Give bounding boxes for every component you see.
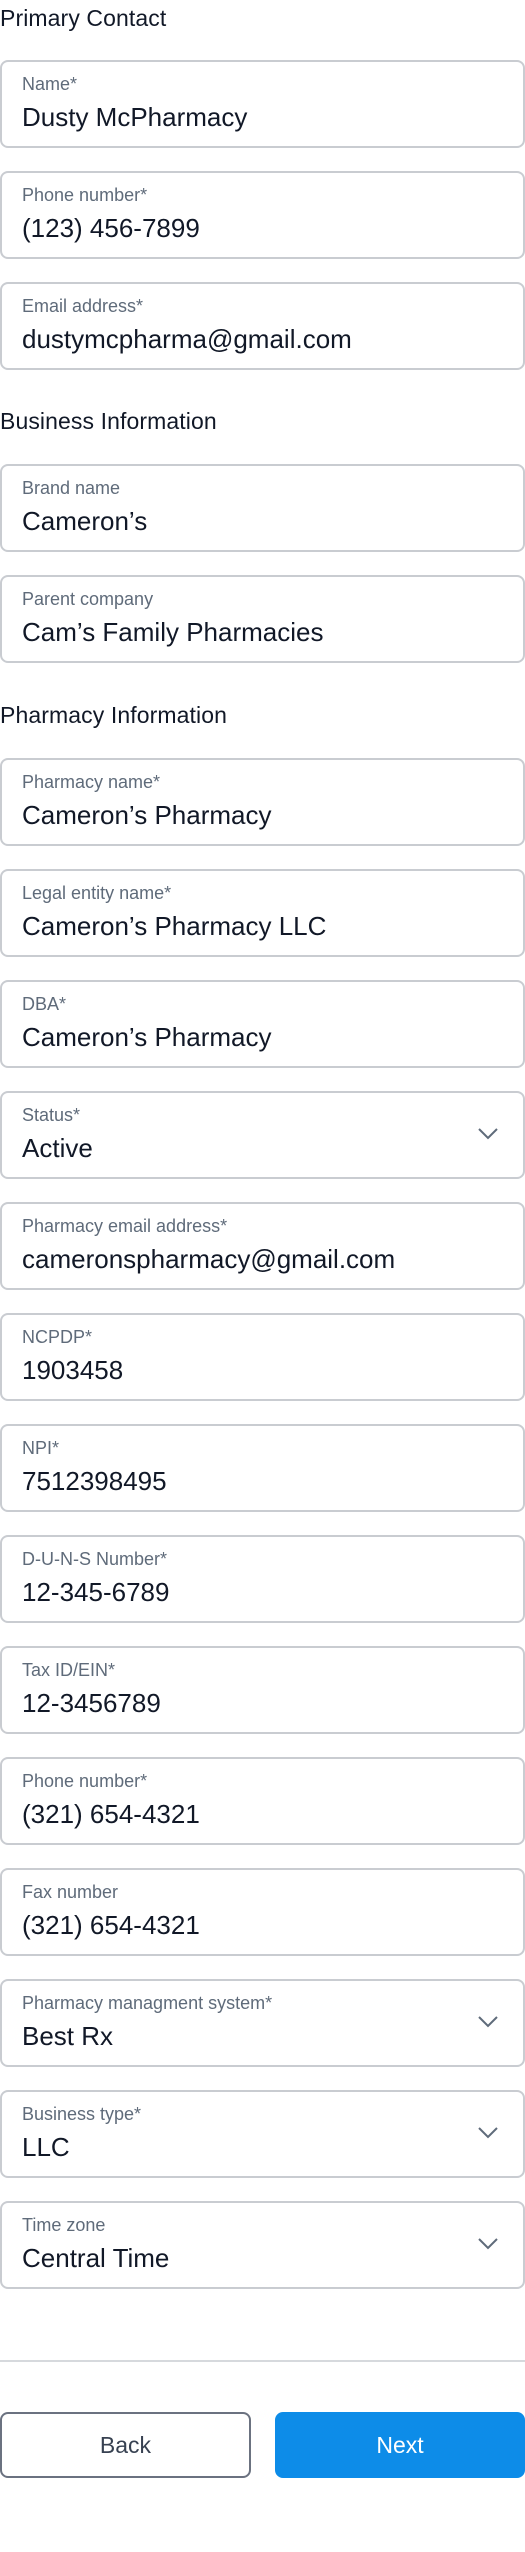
field-value[interactable]: 7512398495 xyxy=(22,1466,167,1497)
ncpdp-field[interactable]: NCPDP* 1903458 xyxy=(0,1313,525,1401)
field-label: Name* xyxy=(22,74,78,94)
contact-email-field[interactable]: Email address* dustymcpharma@gmail.com xyxy=(0,282,525,370)
field-value[interactable]: (321) 654-4321 xyxy=(22,1910,200,1941)
field-value[interactable]: Active xyxy=(22,1133,93,1164)
field-value[interactable]: (321) 654-4321 xyxy=(22,1799,200,1830)
tax-id-field[interactable]: Tax ID/EIN* 12-3456789 xyxy=(0,1646,525,1734)
field-value[interactable]: Best Rx xyxy=(22,2021,113,2052)
chevron-down-icon[interactable] xyxy=(477,1127,499,1141)
legal-entity-name-field[interactable]: Legal entity name* Cameron’s Pharmacy LL… xyxy=(0,869,525,957)
business-type-select[interactable]: Business type* LLC xyxy=(0,2090,525,2178)
pharmacy-name-field[interactable]: Pharmacy name* Cameron’s Pharmacy xyxy=(0,758,525,846)
back-button[interactable]: Back xyxy=(0,2412,251,2478)
dba-field[interactable]: DBA* Cameron’s Pharmacy xyxy=(0,980,525,1068)
field-label: Fax number xyxy=(22,1882,119,1902)
field-label: Business type* xyxy=(22,2104,142,2124)
field-value[interactable]: dustymcpharma@gmail.com xyxy=(22,324,352,355)
field-label: Pharmacy email address* xyxy=(22,1216,228,1236)
field-value[interactable]: Dusty McPharmacy xyxy=(22,102,247,133)
field-label: D-U-N-S Number* xyxy=(22,1549,168,1569)
field-label: NPI* xyxy=(22,1438,60,1458)
fax-number-field[interactable]: Fax number (321) 654-4321 xyxy=(0,1868,525,1956)
chevron-down-icon[interactable] xyxy=(477,2237,499,2251)
section-title-primary-contact: Primary Contact xyxy=(0,5,167,31)
field-value[interactable]: Cameron’s Pharmacy xyxy=(22,1022,272,1053)
npi-field[interactable]: NPI* 7512398495 xyxy=(0,1424,525,1512)
field-value[interactable]: 12-3456789 xyxy=(22,1688,161,1719)
field-label: Tax ID/EIN* xyxy=(22,1660,116,1680)
field-value[interactable]: 12-345-6789 xyxy=(22,1577,169,1608)
field-label: Phone number* xyxy=(22,1771,148,1791)
section-title-business-information: Business Information xyxy=(0,408,217,434)
field-label: Status* xyxy=(22,1105,81,1125)
field-value[interactable]: Cam’s Family Pharmacies xyxy=(22,617,323,648)
field-label: Pharmacy managment system* xyxy=(22,1993,273,2013)
time-zone-select[interactable]: Time zone Central Time xyxy=(0,2201,525,2289)
field-value[interactable]: 1903458 xyxy=(22,1355,123,1386)
pharmacy-email-field[interactable]: Pharmacy email address* cameronspharmacy… xyxy=(0,1202,525,1290)
field-value[interactable]: LLC xyxy=(22,2132,70,2163)
field-value[interactable]: Cameron’s xyxy=(22,506,147,537)
field-label: Phone number* xyxy=(22,185,148,205)
field-value[interactable]: Cameron’s Pharmacy LLC xyxy=(22,911,326,942)
chevron-down-icon[interactable] xyxy=(477,2015,499,2029)
next-button[interactable]: Next xyxy=(275,2412,525,2478)
pharmacy-onboarding-form: Primary Contact Name* Dusty McPharmacy P… xyxy=(0,0,525,2552)
duns-number-field[interactable]: D-U-N-S Number* 12-345-6789 xyxy=(0,1535,525,1623)
chevron-down-icon[interactable] xyxy=(477,2126,499,2140)
brand-name-field[interactable]: Brand name Cameron’s xyxy=(0,464,525,552)
contact-name-field[interactable]: Name* Dusty McPharmacy xyxy=(0,60,525,148)
field-label: Pharmacy name* xyxy=(22,772,161,792)
field-label: NCPDP* xyxy=(22,1327,93,1347)
management-system-select[interactable]: Pharmacy managment system* Best Rx xyxy=(0,1979,525,2067)
field-value[interactable]: Cameron’s Pharmacy xyxy=(22,800,272,831)
field-label: Legal entity name* xyxy=(22,883,172,903)
footer-divider xyxy=(0,2360,525,2362)
field-label: Brand name xyxy=(22,478,121,498)
field-value[interactable]: (123) 456-7899 xyxy=(22,213,200,244)
status-select[interactable]: Status* Active xyxy=(0,1091,525,1179)
parent-company-field[interactable]: Parent company Cam’s Family Pharmacies xyxy=(0,575,525,663)
field-label: Time zone xyxy=(22,2215,106,2235)
field-value[interactable]: cameronspharmacy@gmail.com xyxy=(22,1244,395,1275)
field-label: Email address* xyxy=(22,296,144,316)
field-label: Parent company xyxy=(22,589,154,609)
pharmacy-phone-field[interactable]: Phone number* (321) 654-4321 xyxy=(0,1757,525,1845)
section-title-pharmacy-information: Pharmacy Information xyxy=(0,702,227,728)
contact-phone-field[interactable]: Phone number* (123) 456-7899 xyxy=(0,171,525,259)
field-label: DBA* xyxy=(22,994,67,1014)
field-value[interactable]: Central Time xyxy=(22,2243,169,2274)
